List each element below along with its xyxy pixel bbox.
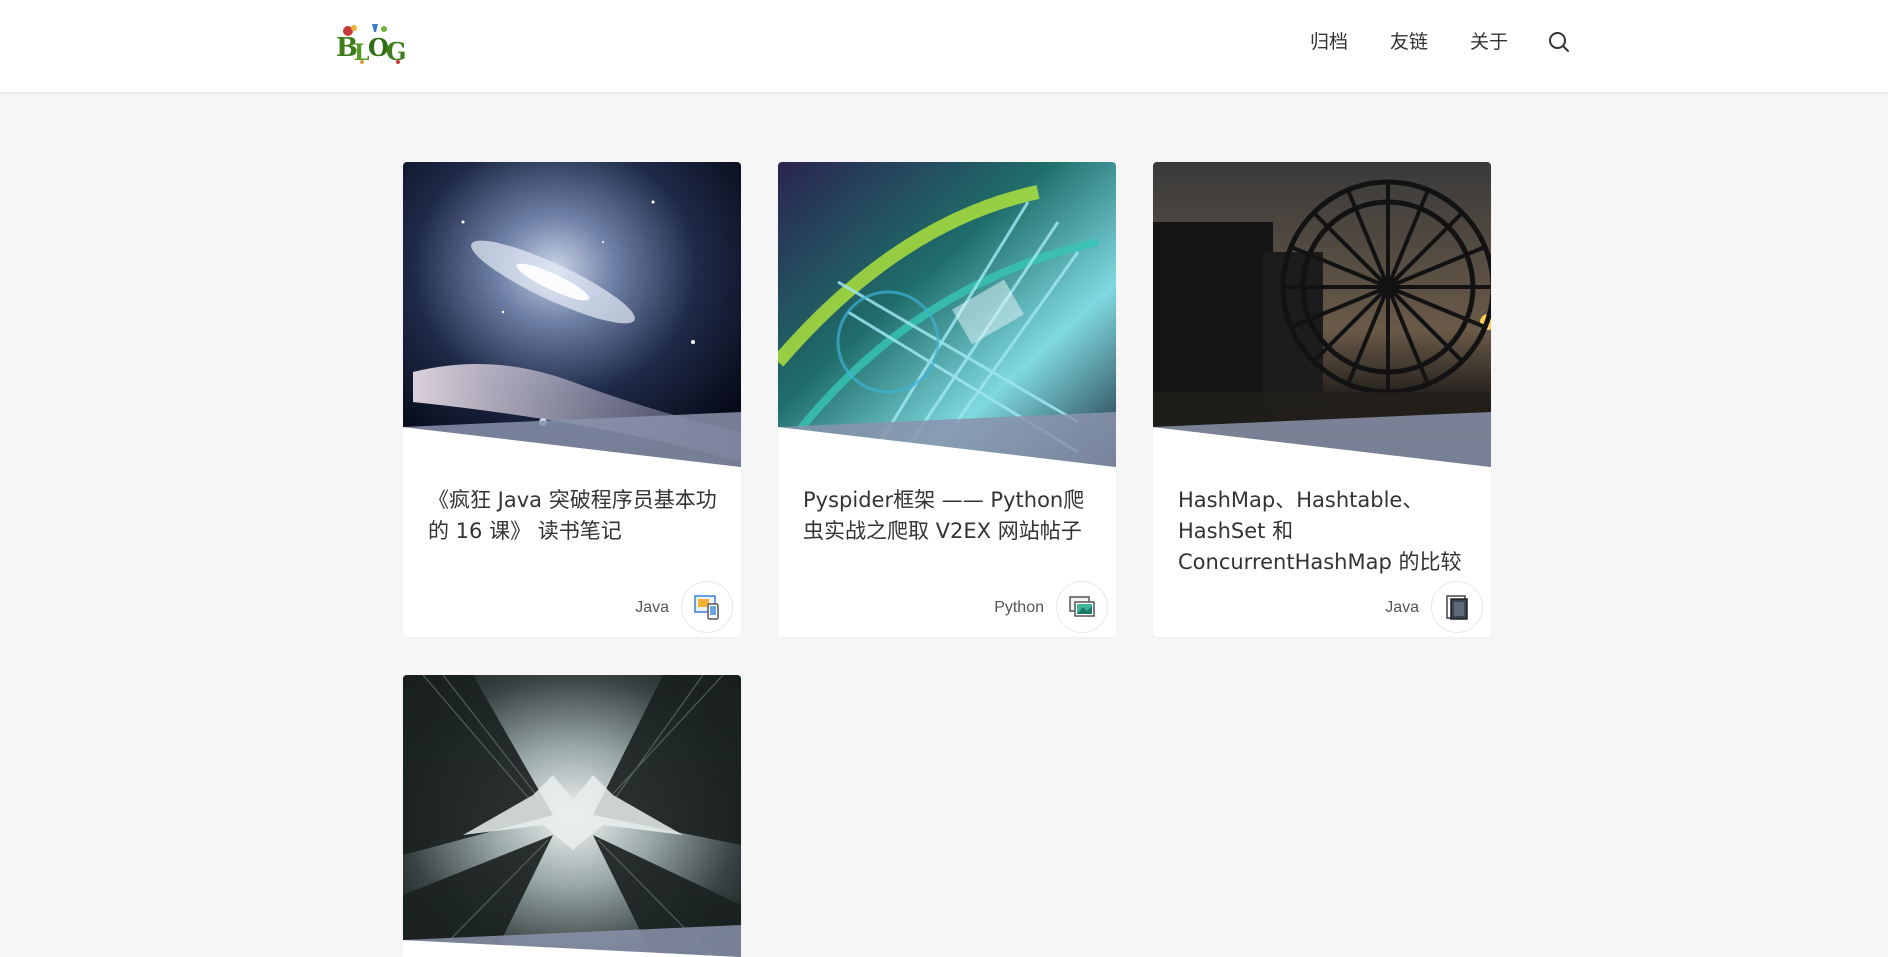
post-category[interactable]: Python (994, 599, 1044, 617)
post-card[interactable]: Pyspider框架 —— Python爬虫实战之爬取 V2EX 网站帖子 Py… (778, 162, 1116, 637)
document-stack-icon (1446, 595, 1468, 620)
svg-text:G: G (386, 37, 407, 64)
post-card[interactable] (403, 675, 741, 957)
nav-about[interactable]: 关于 (1470, 30, 1508, 54)
main-nav: 归档 友链 关于 (1268, 30, 1570, 54)
waterwheel-cover-image[interactable] (1153, 162, 1491, 467)
image-device-icon (694, 595, 719, 620)
post-card[interactable]: HashMap、Hashtable、HashSet 和 ConcurrentHa… (1153, 162, 1491, 637)
post-category[interactable]: Java (635, 599, 669, 617)
post-card[interactable]: 《疯狂 Java 突破程序员基本功的 16 课》 读书笔记 Java (403, 162, 741, 637)
post-title[interactable]: Pyspider框架 —— Python爬虫实战之爬取 V2EX 网站帖子 (803, 485, 1095, 547)
post-title[interactable]: 《疯狂 Java 突破程序员基本功的 16 课》 读书笔记 (428, 485, 720, 547)
category-badge[interactable] (1431, 581, 1483, 633)
blog-logo[interactable]: B L O G (334, 22, 410, 64)
category-badge[interactable] (1056, 581, 1108, 633)
image-gallery-icon (1069, 596, 1095, 617)
category-badge[interactable] (681, 581, 733, 633)
search-icon[interactable] (1548, 31, 1570, 53)
city-bat-cover-image[interactable] (403, 675, 741, 957)
site-header: B L O G 归档 友链 关于 (0, 0, 1888, 93)
nav-friend-links[interactable]: 友链 (1390, 30, 1428, 54)
galaxy-cover-image[interactable] (403, 162, 741, 467)
abstract-tech-cover-image[interactable] (778, 162, 1116, 467)
post-category[interactable]: Java (1385, 599, 1419, 617)
nav-archive[interactable]: 归档 (1310, 30, 1348, 54)
post-title[interactable]: HashMap、Hashtable、HashSet 和 ConcurrentHa… (1178, 485, 1470, 578)
